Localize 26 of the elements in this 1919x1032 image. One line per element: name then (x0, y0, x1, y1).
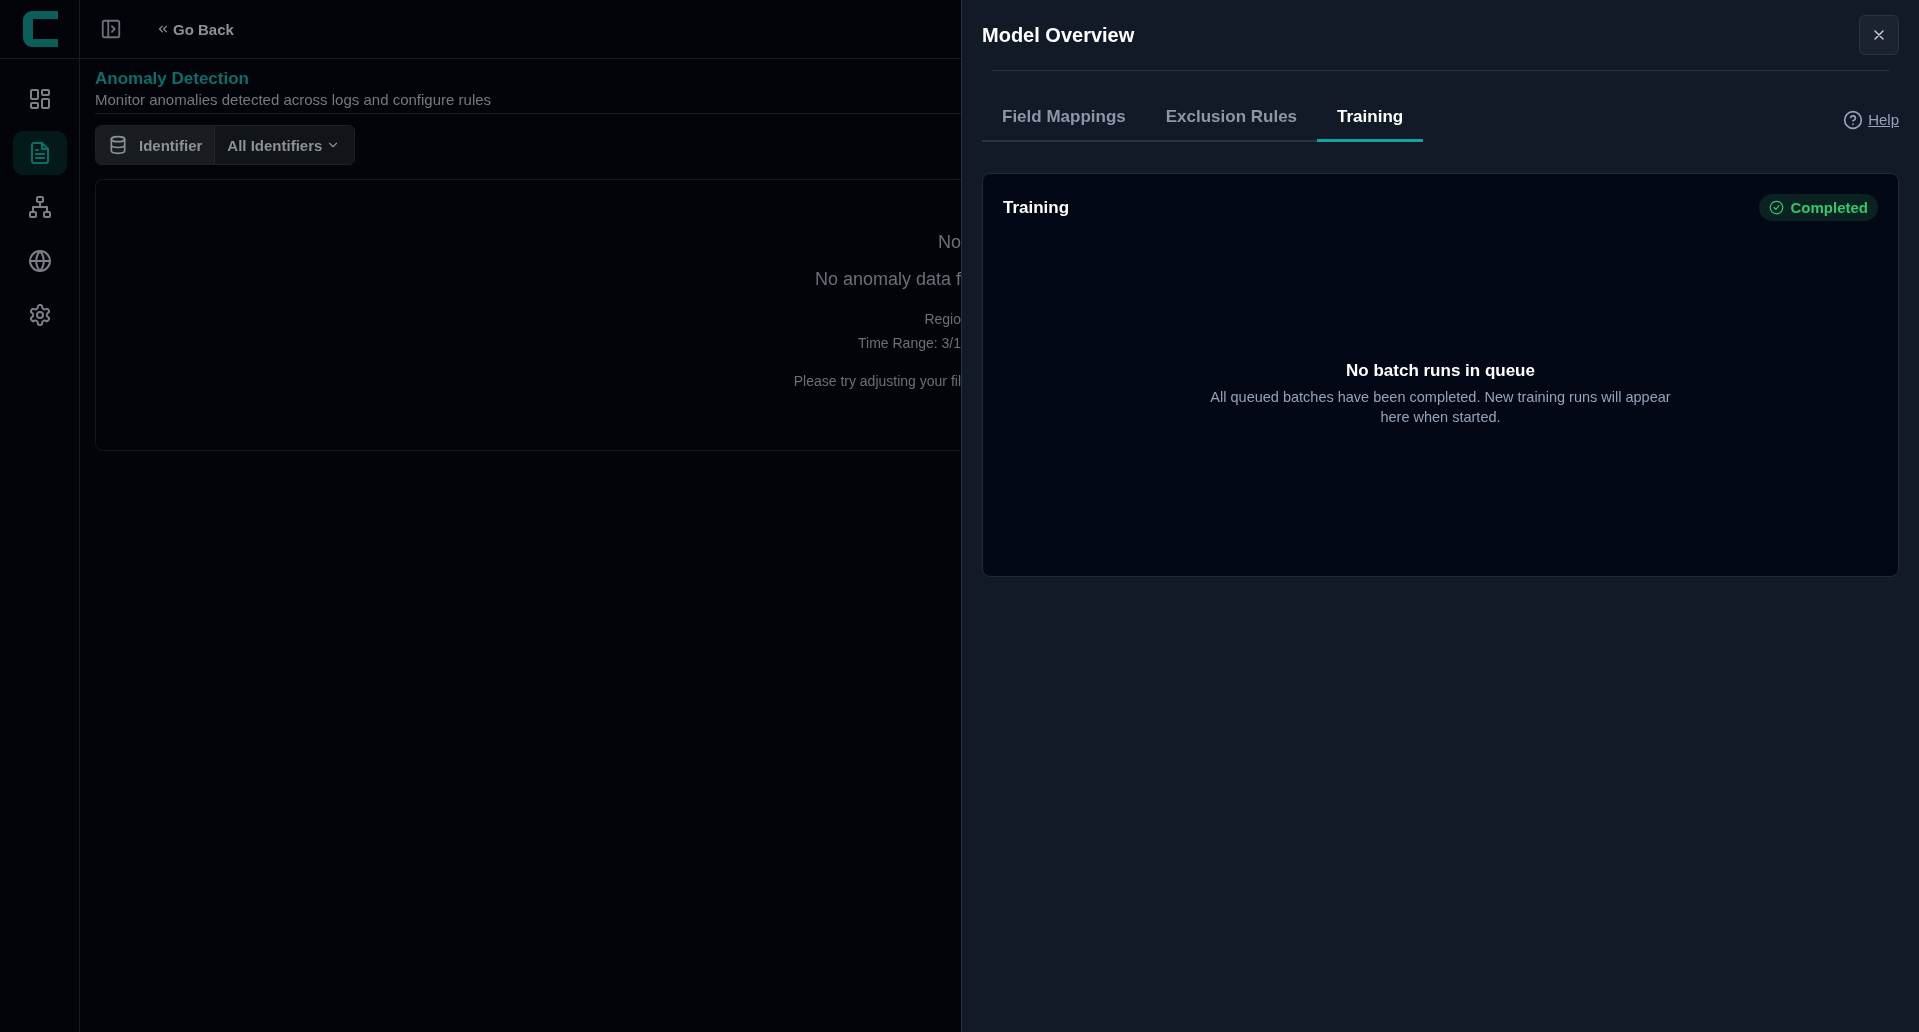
tab[interactable]: Field Mappings (982, 97, 1146, 142)
help-icon (1843, 109, 1864, 130)
identifier-dropdown[interactable]: All Identifiers (215, 126, 355, 164)
sidebar-toggle-icon[interactable] (100, 18, 122, 40)
empty-state-text: Regio (924, 311, 961, 327)
page-title: Anomaly Detection (95, 69, 250, 89)
back-button[interactable]: Go Back (156, 20, 234, 38)
filter-label: Identifier (96, 126, 216, 164)
empty-title: No batch runs in queue (1346, 361, 1535, 381)
empty-description: All queued batches have been completed. New training runs will appear here when started. (1209, 388, 1672, 427)
document-icon[interactable] (12, 131, 67, 175)
empty-state-text: No anomaly data f (814, 269, 961, 290)
empty-state-text: Please try adjusting your fil (793, 373, 961, 389)
empty-state-text: Time Range: 3/1 (858, 335, 961, 351)
double-chevron-icon (156, 22, 170, 36)
help-link[interactable]: Help (1843, 109, 1899, 130)
empty-state-text: No (938, 232, 961, 253)
card-title: Training (1003, 197, 1070, 218)
status-badge: Completed (1759, 194, 1878, 221)
tab[interactable]: Exclusion Rules (1145, 97, 1318, 142)
check-circle-icon (1769, 200, 1785, 215)
close-button[interactable] (1859, 15, 1899, 55)
tab[interactable]: Training (1317, 97, 1424, 142)
database-icon (108, 135, 128, 155)
panel-title: Model Overview (982, 23, 1135, 47)
page-subtitle: Monitor anomalies detected across logs and configure rules (95, 91, 961, 114)
